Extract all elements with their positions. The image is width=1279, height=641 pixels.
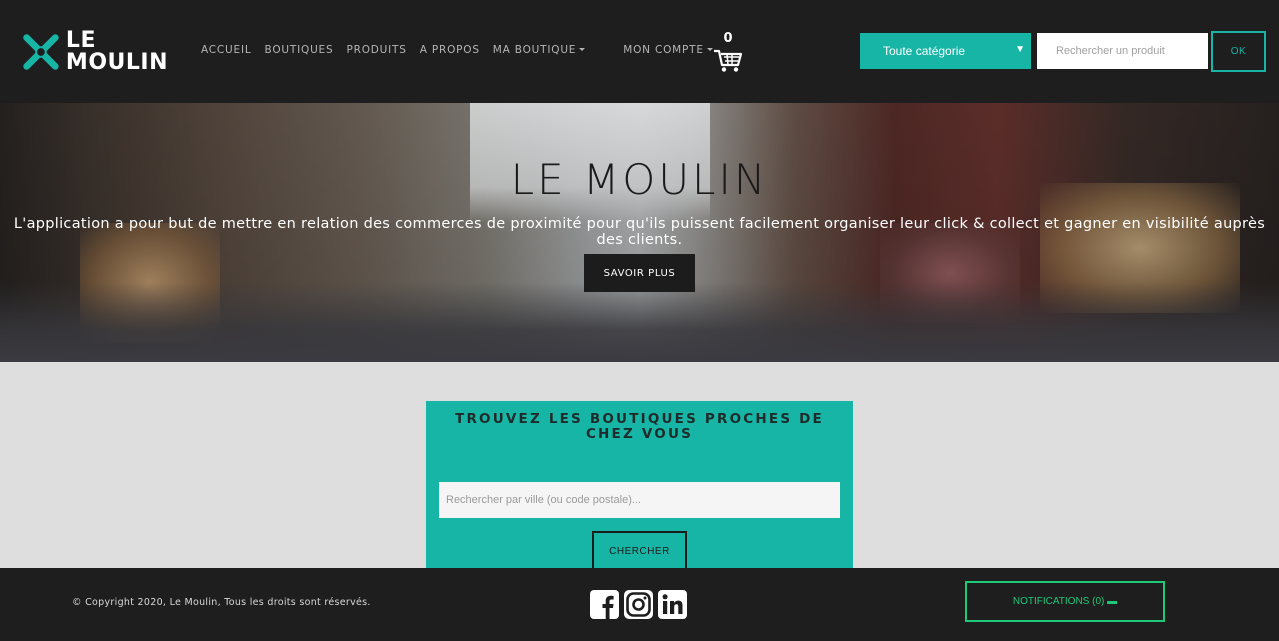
- nav-a-propos[interactable]: A PROPOS: [420, 44, 480, 56]
- chevron-down-icon: ▼: [1015, 44, 1025, 55]
- cart-count-badge: 0: [723, 31, 733, 46]
- city-search-input[interactable]: [439, 482, 840, 518]
- logo-mill-icon: [23, 34, 59, 70]
- shop-finder-card: TROUVEZ LES BOUTIQUES PROCHES DE CHEZ VO…: [426, 401, 853, 571]
- shop-finder-title: TROUVEZ LES BOUTIQUES PROCHES DE CHEZ VO…: [455, 411, 824, 442]
- facebook-icon[interactable]: [590, 590, 619, 619]
- top-navbar: LE MOULIN ACCUEIL BOUTIQUES PRODUITS A P…: [0, 0, 1279, 103]
- brand-logo[interactable]: LE MOULIN: [18, 26, 168, 78]
- nav-accueil[interactable]: ACCUEIL: [201, 44, 252, 56]
- minus-icon: ▬: [1107, 596, 1118, 607]
- search-ok-button[interactable]: OK: [1211, 31, 1266, 72]
- product-search-input[interactable]: [1037, 33, 1208, 69]
- category-selected-value: Toute catégorie: [883, 44, 966, 58]
- brand-line1: LE: [65, 28, 96, 53]
- hero-banner: LE MOULIN L'application a pour but de me…: [0, 103, 1279, 362]
- main-nav: ACCUEIL BOUTIQUES PRODUITS A PROPOS MA B…: [201, 44, 713, 56]
- social-links: [590, 590, 687, 619]
- hero-background-street: [0, 282, 1279, 362]
- linkedin-icon[interactable]: [658, 590, 687, 619]
- nav-boutiques[interactable]: BOUTIQUES: [265, 44, 334, 56]
- instagram-icon[interactable]: [624, 590, 653, 619]
- nav-ma-boutique-dropdown[interactable]: MA BOUTIQUE: [493, 44, 585, 56]
- savoir-plus-button[interactable]: SAVOIR PLUS: [584, 254, 695, 292]
- nav-mon-compte-dropdown[interactable]: MON COMPTE: [623, 44, 713, 56]
- hero-subtitle: L'application a pour but de mettre en re…: [13, 216, 1266, 248]
- chercher-button[interactable]: CHERCHER: [592, 531, 687, 571]
- hero-title: LE MOULIN: [510, 155, 769, 204]
- brand-line2: MOULIN: [65, 50, 168, 75]
- brand-name: LE MOULIN: [66, 30, 168, 74]
- copyright-text: © Copyright 2020, Le Moulin, Tous les dr…: [72, 597, 371, 608]
- nav-mon-compte-label: MON COMPTE: [623, 44, 704, 56]
- nav-ma-boutique-label: MA BOUTIQUE: [492, 44, 577, 56]
- notifications-label: NOTIFICATIONS (0): [1012, 596, 1105, 607]
- category-select[interactable]: Toute catégorie ▼: [860, 33, 1031, 69]
- nav-produits[interactable]: PRODUITS: [346, 44, 406, 56]
- footer: © Copyright 2020, Le Moulin, Tous les dr…: [0, 568, 1279, 641]
- notifications-button[interactable]: NOTIFICATIONS (0) ▬: [965, 581, 1165, 622]
- cart-button[interactable]: 0: [712, 31, 744, 75]
- cart-icon: [714, 49, 743, 72]
